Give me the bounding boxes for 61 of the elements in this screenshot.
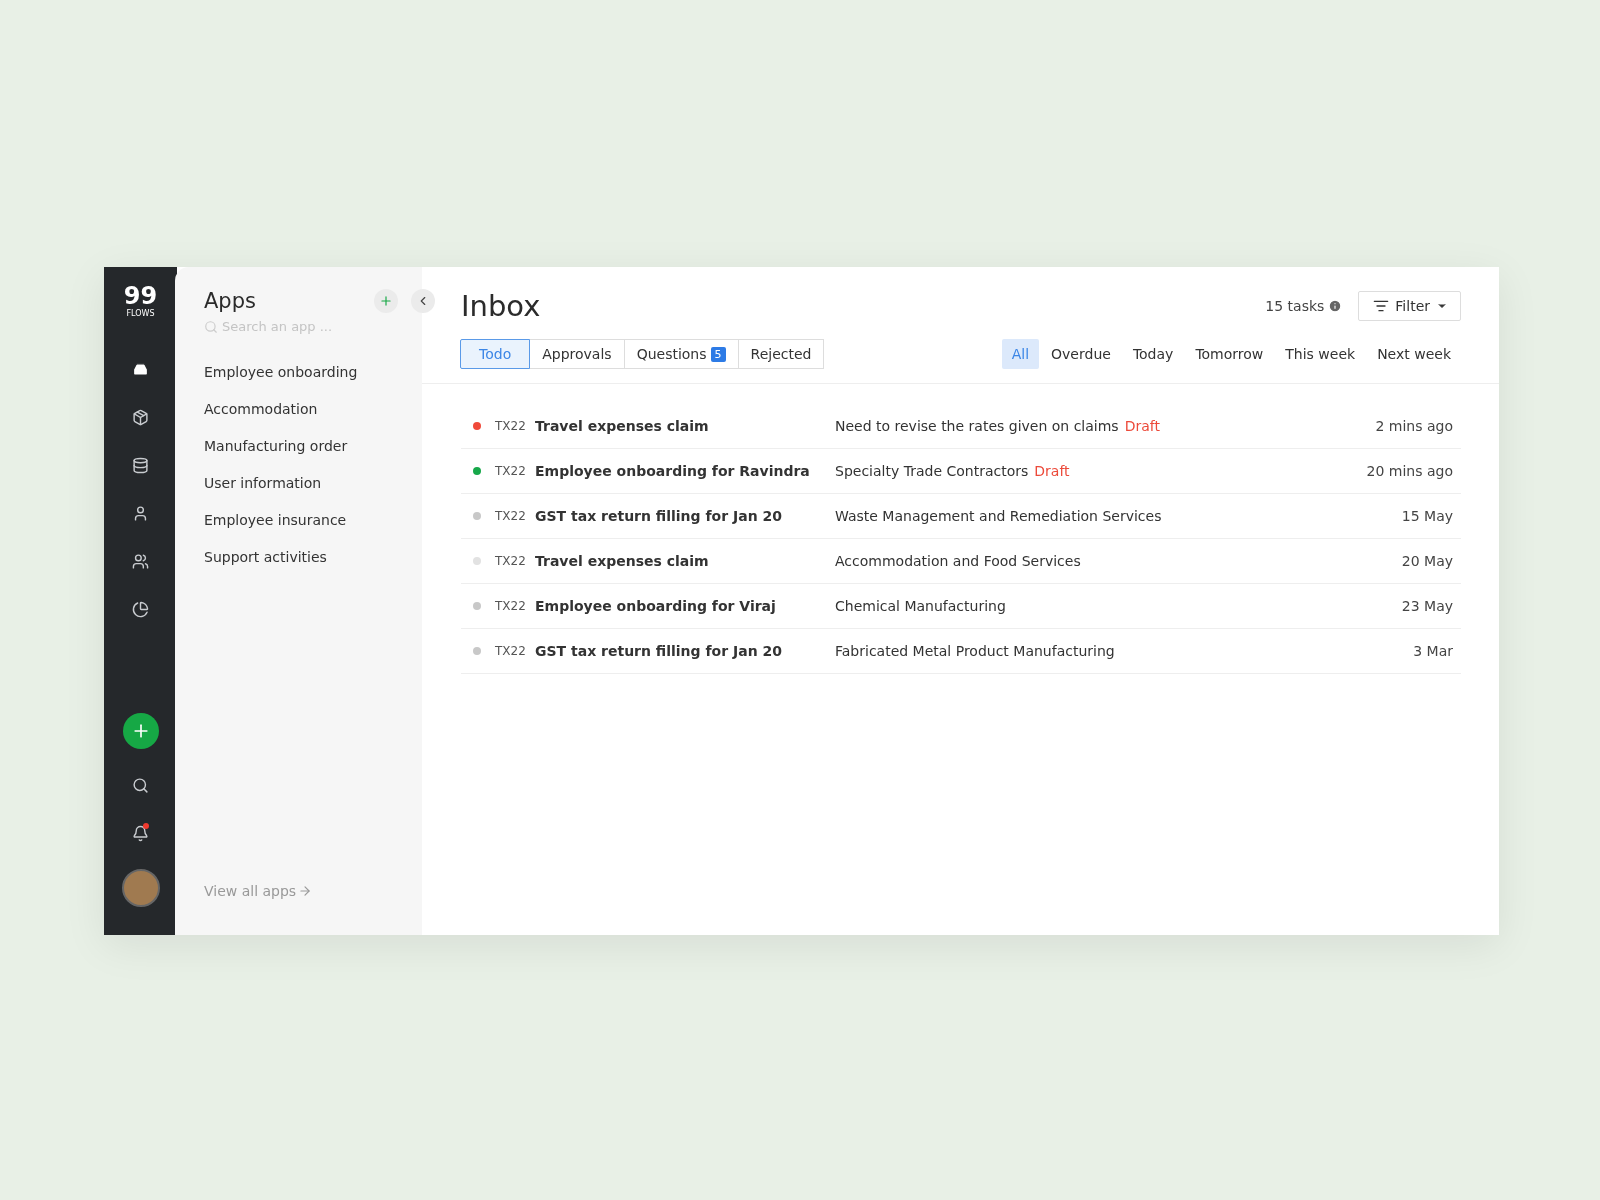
task-title: GST tax return filling for Jan 20 xyxy=(535,508,783,524)
logo-word: FLOWS xyxy=(126,309,155,319)
filter-icon xyxy=(1373,298,1390,314)
apps-title: Apps xyxy=(204,289,257,313)
app-item[interactable]: User information xyxy=(204,465,422,502)
task-description: Need to revise the rates given on claims xyxy=(835,418,1119,434)
task-time: 20 May xyxy=(1401,553,1453,569)
task-code: TX22 xyxy=(495,464,527,478)
task-description: Fabricated Metal Product Manufacturing xyxy=(835,643,1115,659)
task-title: Employee onboarding for Viraj xyxy=(535,598,777,614)
app-item[interactable]: Support activities xyxy=(204,539,422,576)
period-filter[interactable]: Today xyxy=(1122,339,1184,369)
draft-tag: Draft xyxy=(1124,418,1160,434)
task-code: TX22 xyxy=(495,599,527,613)
task-title: Travel expenses claim xyxy=(535,418,710,434)
add-button[interactable] xyxy=(122,713,159,749)
task-time: 15 May xyxy=(1401,508,1453,524)
task-row[interactable]: TX22 Travel expenses claim Need to revise the rates given on claims Draft 2 mins ago xyxy=(461,404,1461,449)
app-item[interactable]: Accommodation xyxy=(204,391,422,428)
task-description: Specialty Trade Contractors xyxy=(835,463,1029,479)
collapse-button[interactable] xyxy=(411,289,435,313)
task-title: Employee onboarding for Ravindra xyxy=(535,463,811,479)
info-icon xyxy=(1328,299,1343,313)
avatar[interactable] xyxy=(121,869,160,907)
task-row[interactable]: TX22 Employee onboarding for Viraj Chemical Manufacturing 23 May xyxy=(461,584,1461,629)
logo-number: 99 xyxy=(123,283,158,309)
tab[interactable]: Approvals xyxy=(529,339,625,369)
task-title: Travel expenses claim xyxy=(535,553,710,569)
period-filter[interactable]: This week xyxy=(1275,339,1366,369)
search-icon xyxy=(204,319,218,334)
tab[interactable]: Rejected xyxy=(737,339,825,369)
draft-tag: Draft xyxy=(1034,463,1070,479)
task-count: 15 tasks xyxy=(1265,298,1325,314)
app-item[interactable]: Employee onboarding xyxy=(204,354,422,391)
period-filter[interactable]: Overdue xyxy=(1041,339,1121,369)
count-badge: 5 xyxy=(710,346,726,362)
task-description: Chemical Manufacturing xyxy=(835,598,1006,614)
task-title: GST tax return filling for Jan 20 xyxy=(535,643,783,659)
task-description: Accommodation and Food Services xyxy=(835,553,1081,569)
plus-icon xyxy=(379,294,393,308)
filter-button[interactable]: Filter xyxy=(1358,291,1461,321)
task-row[interactable]: TX22 Employee onboarding for Ravindra Specialty Trade Contractors Draft 20 mins ago xyxy=(461,449,1461,494)
bell-icon xyxy=(132,824,149,842)
task-row[interactable]: TX22 GST tax return filling for Jan 20 Fabricated Metal Product Manufacturing 3 Mar xyxy=(461,629,1461,674)
period-filter[interactable]: Tomorrow xyxy=(1185,339,1274,369)
task-time: 2 mins ago xyxy=(1375,418,1453,434)
task-code: TX22 xyxy=(495,554,527,568)
tab[interactable]: Questions 5 xyxy=(623,339,739,369)
task-code: TX22 xyxy=(495,509,527,523)
task-code: TX22 xyxy=(495,419,527,433)
task-row[interactable]: TX22 Travel expenses claim Accommodation and Food Services 20 May xyxy=(461,539,1461,584)
task-time: 23 May xyxy=(1401,598,1453,614)
app-item[interactable]: Employee insurance xyxy=(204,502,422,539)
task-time: 20 mins ago xyxy=(1366,463,1453,479)
app-item[interactable]: Manufacturing order xyxy=(204,428,422,465)
task-time: 3 Mar xyxy=(1413,643,1453,659)
inbox-title: Inbox xyxy=(461,289,542,323)
task-description: Waste Management and Remediation Services xyxy=(835,508,1162,524)
period-filter[interactable]: Next week xyxy=(1367,339,1461,369)
task-code: TX22 xyxy=(495,644,527,658)
task-row[interactable]: TX22 GST tax return filling for Jan 20 Waste Management and Remediation Services 15 May xyxy=(461,494,1461,539)
